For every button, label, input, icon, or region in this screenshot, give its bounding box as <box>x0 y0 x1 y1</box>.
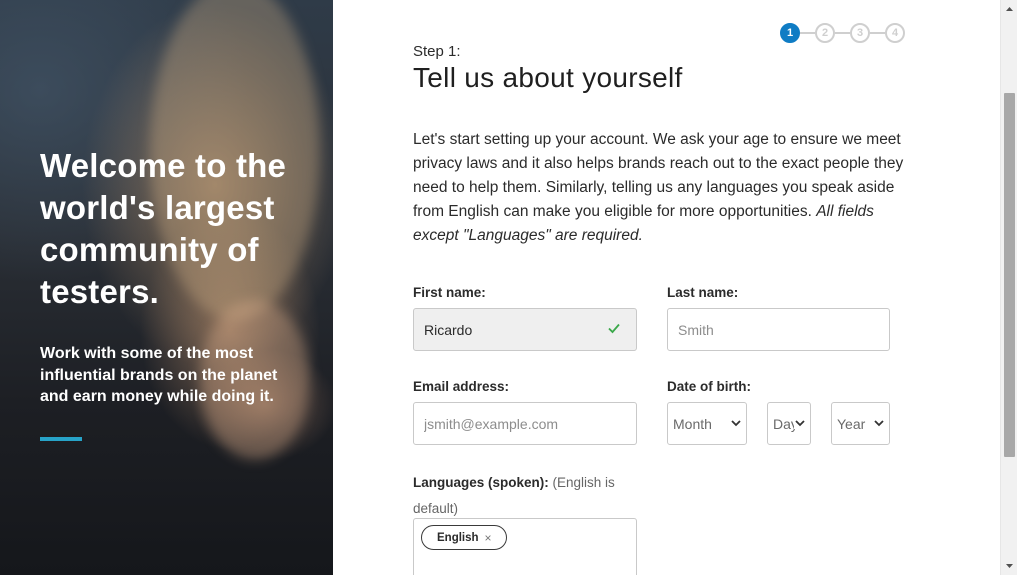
last-name-input[interactable] <box>667 308 890 351</box>
dob-year-value: Year <box>837 415 866 432</box>
hero-subtitle: Work with some of the most influential b… <box>40 345 278 405</box>
dob-month-value: Month <box>673 415 712 432</box>
email-label: Email address: <box>413 379 510 394</box>
language-chip-english[interactable]: English × <box>421 525 507 550</box>
hero-panel: Welcome to the world's largest community… <box>0 0 333 575</box>
step-connector <box>835 32 850 34</box>
hero-accent-bar <box>40 437 82 441</box>
step-2-indicator: 2 <box>815 23 835 43</box>
dob-day-select[interactable]: Day <box>767 402 811 445</box>
languages-label-group: Languages (spoken): (English is default) <box>413 470 643 522</box>
scrollbar-thumb[interactable] <box>1004 93 1015 457</box>
window-edge <box>1017 0 1034 575</box>
first-name-input[interactable] <box>413 308 637 351</box>
step-3-indicator: 3 <box>850 23 870 43</box>
step-connector <box>870 32 885 34</box>
dob-label: Date of birth: <box>667 379 751 394</box>
step-4-indicator: 4 <box>885 23 905 43</box>
languages-input[interactable]: English × <box>413 518 637 575</box>
check-icon <box>608 323 620 334</box>
email-input[interactable] <box>413 402 637 445</box>
first-name-label: First name: <box>413 285 486 300</box>
chevron-down-icon <box>731 420 741 427</box>
vertical-scrollbar[interactable] <box>1000 0 1017 575</box>
remove-chip-icon[interactable]: × <box>485 531 492 545</box>
scroll-down-arrow-icon[interactable] <box>1004 561 1015 571</box>
dob-month-select[interactable]: Month <box>667 402 747 445</box>
step-label: Step 1: <box>413 43 461 60</box>
intro-paragraph: Let's start setting up your account. We … <box>413 128 908 248</box>
scroll-up-arrow-icon[interactable] <box>1004 4 1015 14</box>
page-title: Tell us about yourself <box>413 62 683 93</box>
progress-stepper: 1 2 3 4 <box>780 23 905 43</box>
language-chip-label: English <box>437 531 479 544</box>
step-connector <box>800 32 815 34</box>
last-name-label: Last name: <box>667 285 739 300</box>
hero-title: Welcome to the world's largest community… <box>40 147 287 310</box>
chevron-down-icon <box>874 420 884 427</box>
dob-year-select[interactable]: Year <box>831 402 890 445</box>
step-1-indicator: 1 <box>780 23 800 43</box>
chevron-down-icon <box>794 417 806 429</box>
languages-label: Languages (spoken): <box>413 475 549 490</box>
